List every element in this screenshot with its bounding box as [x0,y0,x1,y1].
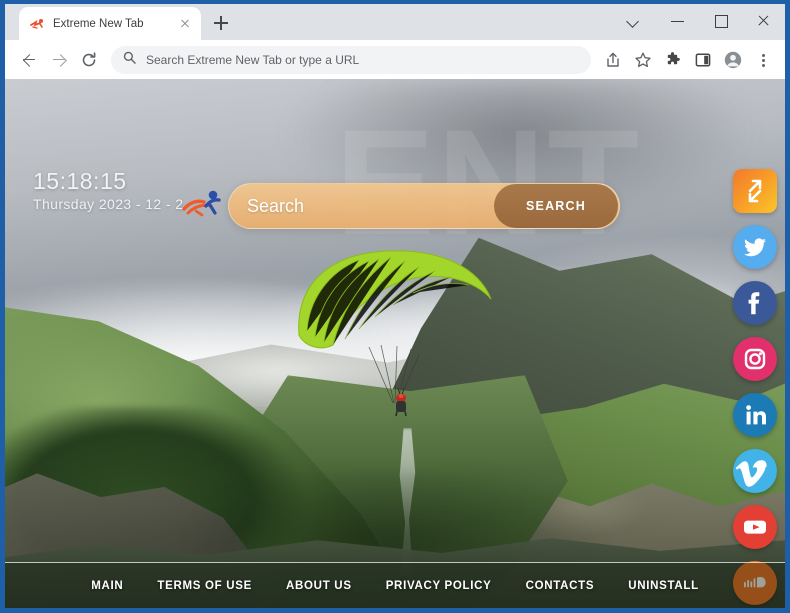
browser-window: Extreme New Tab Search Extreme New Tab o… [0,0,790,613]
address-bar-placeholder: Search Extreme New Tab or type a URL [146,52,360,67]
kebab-menu-icon[interactable] [749,46,777,74]
nav-link-terms-of-use[interactable]: TERMS OF USE [157,580,252,592]
extensions-puzzle-icon[interactable] [659,46,687,74]
clock-time: 15:18:15 [33,168,127,194]
chevron-down-icon[interactable] [613,4,656,37]
new-tab-button[interactable] [207,9,235,37]
page-search-bar[interactable]: Search SEARCH [228,183,620,229]
facebook-icon [748,292,760,315]
close-icon[interactable] [742,4,785,37]
page-search-button[interactable]: SEARCH [494,184,618,228]
browser-window-inner: Extreme New Tab Search Extreme New Tab o… [5,4,785,608]
page-search-input[interactable]: Search [229,196,494,217]
nav-link-uninstall[interactable]: UNINSTALL [628,580,699,592]
reload-icon[interactable] [75,46,103,74]
newtab-page: ENT 15:18:15 Thursday 2023 - 12 - 2 Sear… [5,79,785,608]
search-icon [123,51,136,69]
twitter-icon [744,238,766,257]
vimeo-icon [735,460,767,487]
share-icon[interactable] [599,46,627,74]
resize-arrows-icon[interactable] [733,169,777,213]
social-instagram[interactable] [733,337,777,381]
browser-toolbar: Search Extreme New Tab or type a URL [5,40,785,79]
social-facebook[interactable] [733,281,777,325]
nav-link-main[interactable]: MAIN [91,580,123,592]
address-bar[interactable]: Search Extreme New Tab or type a URL [111,45,591,74]
youtube-icon [744,520,766,534]
tab-strip: Extreme New Tab [5,4,785,40]
tab-close-icon[interactable] [177,16,193,32]
forward-arrow-icon[interactable] [45,46,73,74]
social-twitter[interactable] [733,225,777,269]
social-rail [729,169,781,608]
social-vimeo[interactable] [733,449,777,493]
instagram-icon [744,348,766,370]
tab-extreme-new-tab[interactable]: Extreme New Tab [19,7,201,40]
side-panel-icon[interactable] [689,46,717,74]
paraglider [293,247,503,417]
minimize-icon[interactable] [656,4,699,37]
social-youtube[interactable] [733,505,777,549]
brand-watermark: ENT [335,98,641,266]
clock-date: Thursday 2023 - 12 - 2 [33,196,184,213]
back-arrow-icon[interactable] [15,46,43,74]
background-photo: ENT [5,79,785,608]
window-controls [613,4,785,37]
extreme-newtab-favicon-icon [29,16,45,32]
nav-link-privacy-policy[interactable]: PRIVACY POLICY [386,580,492,592]
extreme-newtab-logo-icon [182,187,224,223]
bottom-navigation: MAIN TERMS OF USE ABOUT US PRIVACY POLIC… [5,562,785,608]
tab-title: Extreme New Tab [53,17,144,30]
linkedin-icon [746,405,766,425]
maximize-icon[interactable] [699,4,742,37]
social-linkedin[interactable] [733,393,777,437]
nav-link-about-us[interactable]: ABOUT US [286,580,352,592]
profile-avatar-icon[interactable] [719,46,747,74]
clock-widget: 15:18:15 Thursday 2023 - 12 - 2 [33,168,184,213]
bookmark-star-icon[interactable] [629,46,657,74]
paraglider-pilot [395,387,407,417]
nav-link-contacts[interactable]: CONTACTS [526,580,595,592]
